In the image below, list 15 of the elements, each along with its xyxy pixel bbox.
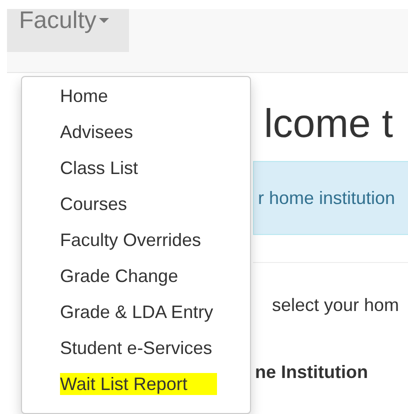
menu-item[interactable]: Student e-Services	[60, 337, 214, 359]
caret-icon	[99, 18, 110, 23]
menu-item[interactable]: Advisees	[60, 121, 136, 143]
menu-item[interactable]: Grade & LDA Entry	[60, 301, 216, 323]
alert-text: r home institution	[258, 188, 396, 208]
menu-item[interactable]: Faculty Overrides	[60, 229, 204, 251]
menu-item[interactable]: Wait List Report	[60, 373, 218, 395]
field-label: ne Institution	[255, 362, 369, 383]
menu-item[interactable]: Grade Change	[60, 265, 180, 287]
menu-item[interactable]: Class List	[60, 157, 140, 179]
menu-item[interactable]: Courses	[60, 193, 130, 215]
faculty-menu-button[interactable]: Faculty	[7, 9, 130, 52]
menu-item[interactable]: Home	[60, 85, 110, 107]
instruction-text: select your hom	[272, 295, 400, 316]
page-heading: lcome t	[264, 101, 394, 147]
